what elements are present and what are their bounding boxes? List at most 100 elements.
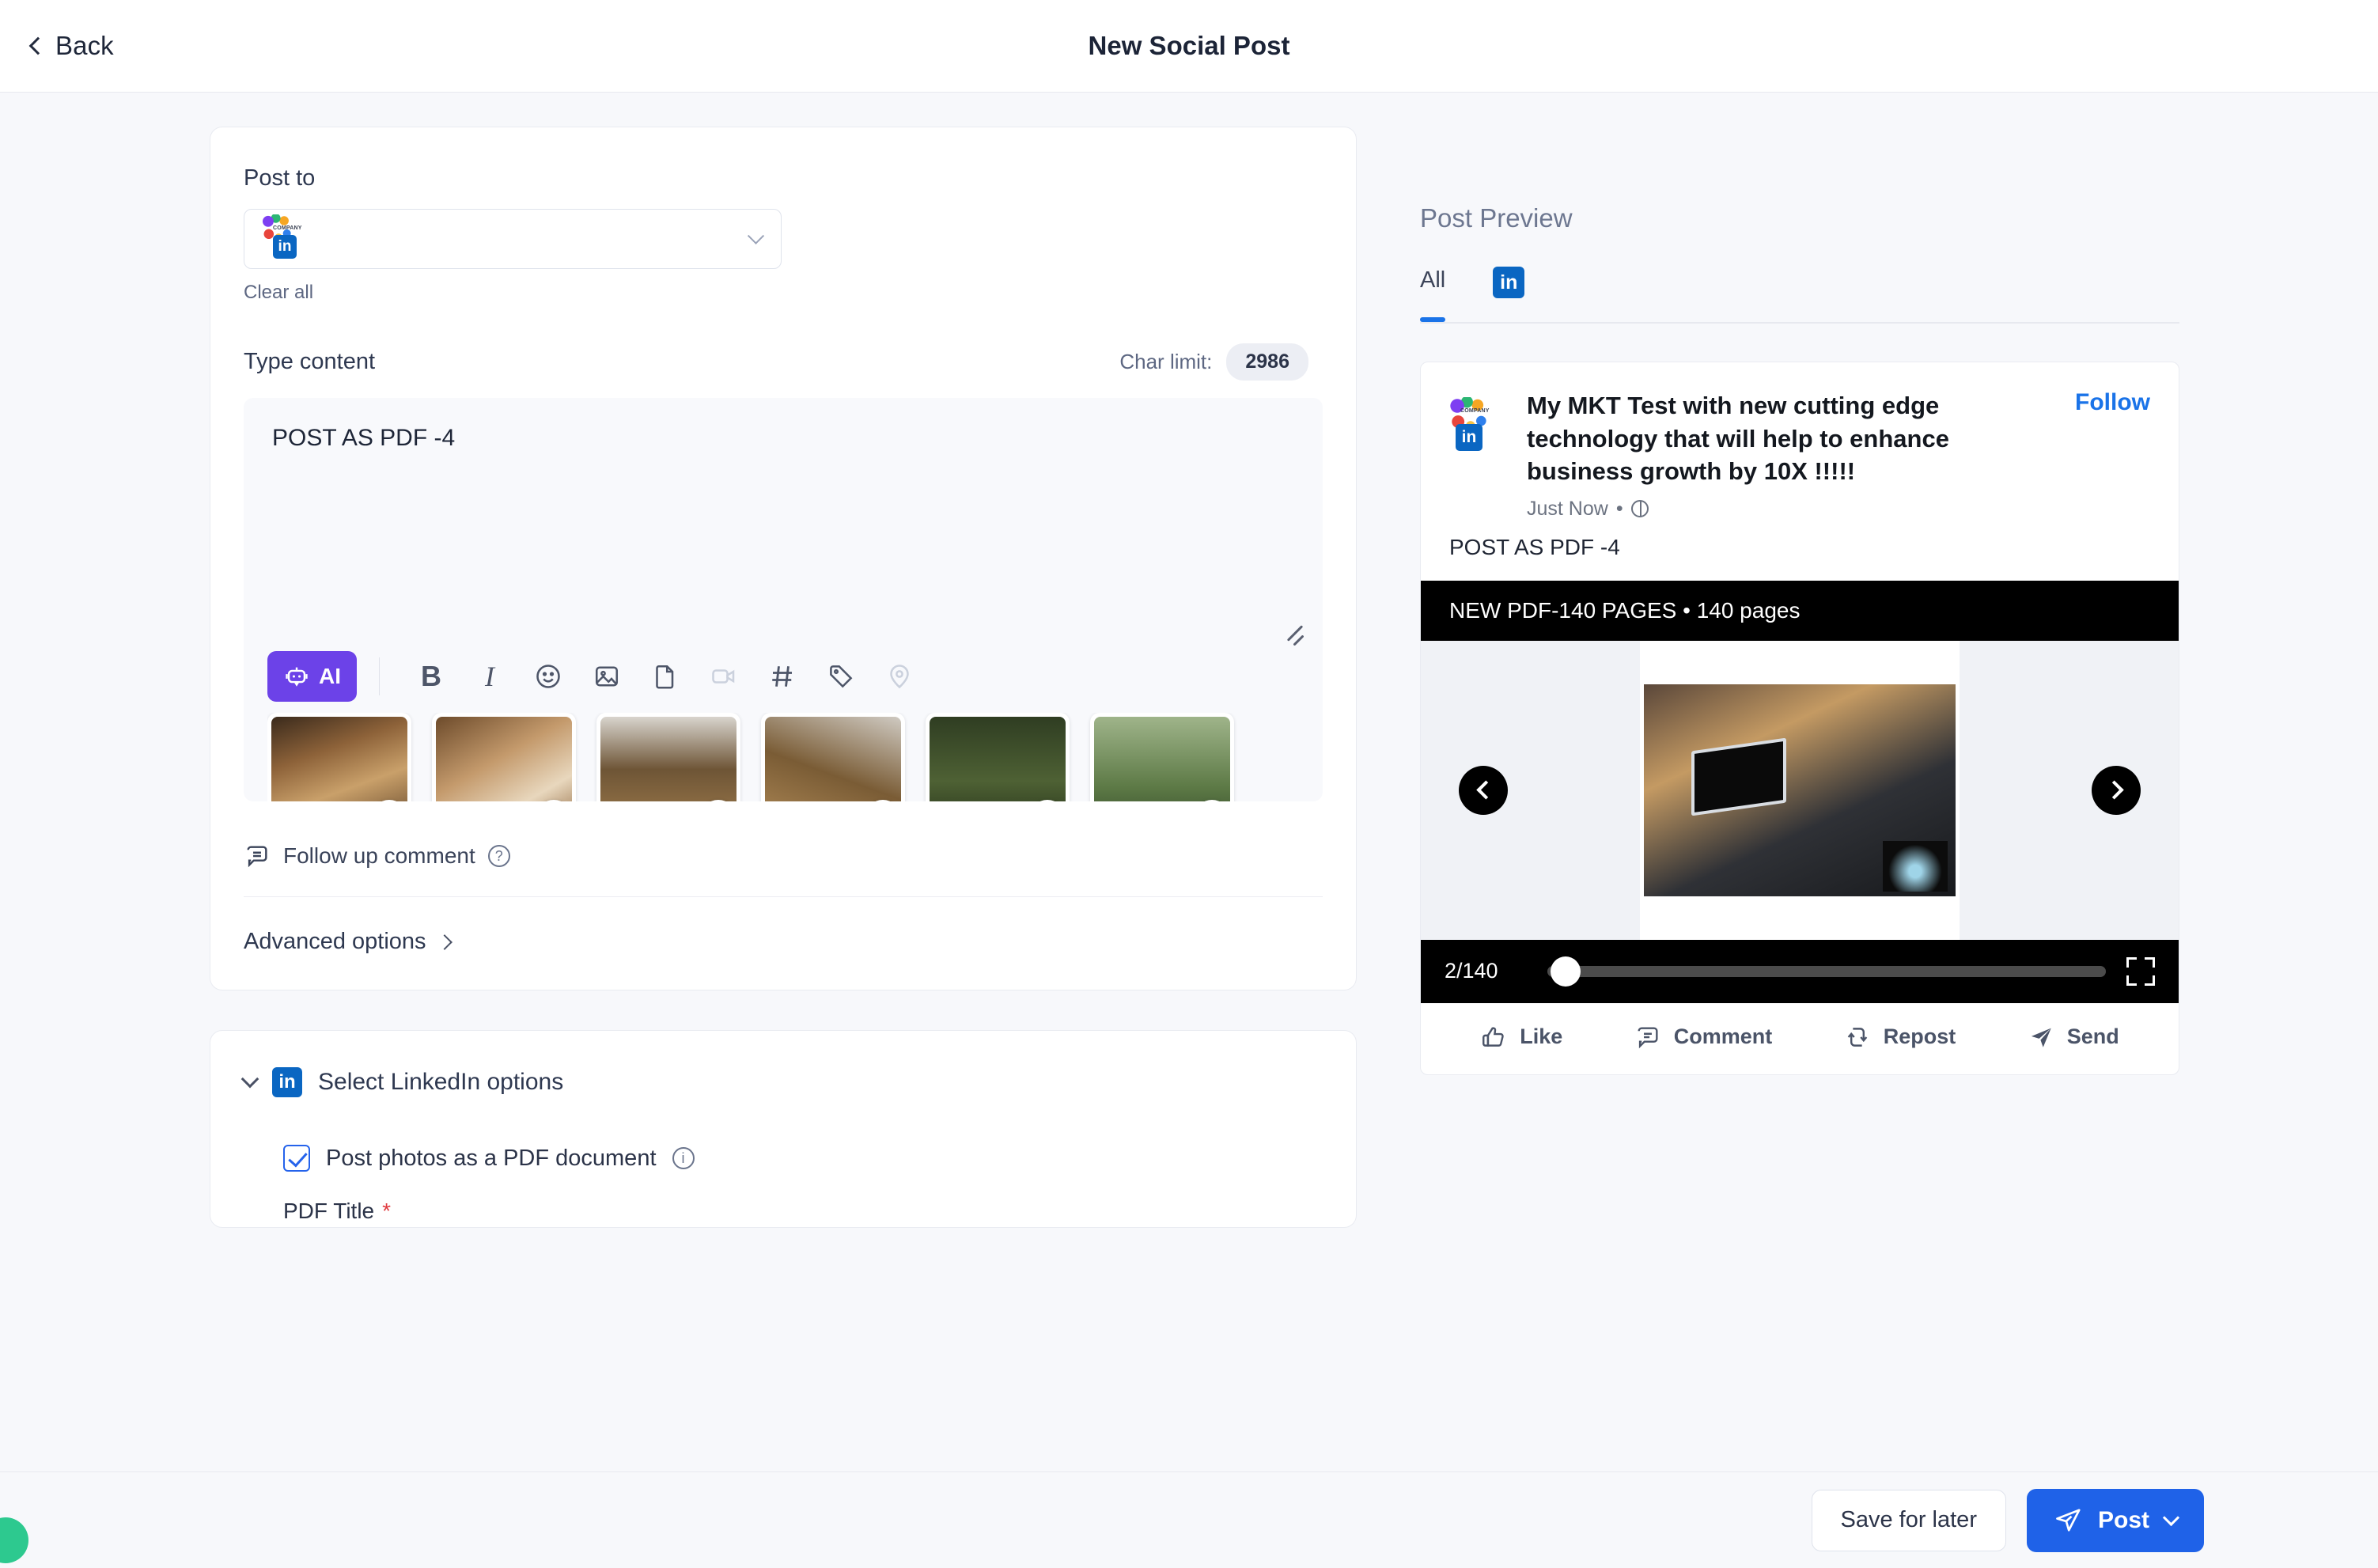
- carousel-slider-knob[interactable]: [1551, 956, 1581, 987]
- document-icon[interactable]: [636, 651, 695, 702]
- save-for-later-button[interactable]: Save for later: [1812, 1490, 2006, 1551]
- preview-column: Post Preview All in in My MKT Test with …: [1420, 203, 2179, 1075]
- clear-all-button[interactable]: Clear all: [244, 282, 1323, 304]
- thumb-laptop-tablet[interactable]: [761, 713, 905, 801]
- char-limit: Char limit: 2986: [1119, 343, 1308, 381]
- pdf-banner: NEW PDF-140 PAGES • 140 pages: [1421, 581, 2179, 641]
- chevron-down-icon: [2163, 1509, 2179, 1526]
- carousel-page-indicator: 2/140: [1445, 959, 1527, 983]
- media-cell: [596, 713, 761, 801]
- send-button[interactable]: Send: [2028, 1024, 2119, 1051]
- image-icon[interactable]: [577, 651, 636, 702]
- linkedin-options-label: Select LinkedIn options: [318, 1069, 563, 1096]
- emoji-icon[interactable]: [519, 651, 577, 702]
- thumb-image: [930, 717, 1066, 801]
- fullscreen-icon[interactable]: [2126, 957, 2155, 986]
- selected-account-chip: in: [262, 218, 305, 260]
- like-label: Like: [1520, 1025, 1562, 1049]
- chevron-left-icon: [1476, 781, 1495, 800]
- linkedin-icon: in: [273, 235, 297, 259]
- post-timestamp: Just Now: [1527, 498, 1608, 521]
- follow-up-comment-button[interactable]: Follow up comment ?: [244, 843, 1323, 869]
- thumb-laptop-notebook[interactable]: [596, 713, 740, 801]
- post-button-label: Post: [2098, 1507, 2149, 1534]
- help-chat-bubble[interactable]: [0, 1517, 28, 1563]
- ai-button[interactable]: AI: [267, 651, 357, 702]
- editor-toolbar: AI B I: [267, 651, 929, 702]
- repost-label: Repost: [1884, 1025, 1956, 1049]
- follow-button[interactable]: Follow: [2075, 389, 2150, 521]
- avatar: in: [1449, 389, 1509, 460]
- post-as-pdf-row: Post photos as a PDF document i: [283, 1145, 1323, 1172]
- post-to-select[interactable]: in: [244, 209, 782, 269]
- pdf-carousel: [1421, 641, 2179, 940]
- carousel-controls: 2/140: [1421, 940, 2179, 1003]
- video-icon[interactable]: [695, 651, 753, 702]
- composer-column: Post to in Clear all Type content Char l…: [210, 127, 1357, 1228]
- media-cell: [761, 713, 926, 801]
- globe-icon: [1631, 500, 1649, 517]
- advanced-options-button[interactable]: Advanced options: [244, 929, 1323, 955]
- post-button[interactable]: Post: [2027, 1489, 2204, 1552]
- post-author-title: My MKT Test with new cutting edge techno…: [1527, 389, 2047, 488]
- media-grid: ✕: [267, 713, 1320, 801]
- tabs-divider: [1420, 322, 2179, 324]
- pdf-title-label: PDF Title: [283, 1199, 374, 1224]
- post-header: in My MKT Test with new cutting edge tec…: [1421, 362, 2179, 521]
- thumb-green-field[interactable]: [1090, 713, 1234, 801]
- bold-icon[interactable]: B: [402, 651, 460, 702]
- advanced-options-label: Advanced options: [244, 929, 426, 955]
- post-to-label: Post to: [244, 165, 1323, 191]
- carousel-slider[interactable]: [1547, 966, 2106, 977]
- carousel-prev-button[interactable]: [1459, 766, 1508, 815]
- media-grid-container[interactable]: ✕: [267, 713, 1320, 801]
- location-icon[interactable]: [870, 651, 929, 702]
- post-photos-as-pdf-label: Post photos as a PDF document: [326, 1146, 657, 1172]
- help-icon[interactable]: ?: [488, 845, 510, 867]
- post-photos-as-pdf-checkbox[interactable]: [283, 1145, 310, 1172]
- content-editor-text[interactable]: POST AS PDF -4: [244, 398, 1323, 479]
- post-preview-card: in My MKT Test with new cutting edge tec…: [1420, 362, 2179, 1075]
- footer-bar: Save for later Post: [0, 1471, 2378, 1568]
- content-header: Type content Char limit: 2986: [244, 343, 1323, 381]
- carousel-image: [1644, 684, 1956, 896]
- chevron-right-icon: [2104, 781, 2123, 800]
- chevron-right-icon: [437, 934, 453, 950]
- type-content-label: Type content: [244, 349, 375, 375]
- hashtag-icon[interactable]: [753, 651, 812, 702]
- comment-label: Comment: [1674, 1025, 1773, 1049]
- media-cell: [926, 713, 1090, 801]
- content-editor[interactable]: POST AS PDF -4 AI: [244, 398, 1323, 801]
- toolbar-icons: B I: [402, 651, 929, 702]
- linkedin-options-header[interactable]: in Select LinkedIn options: [244, 1067, 1323, 1097]
- media-cell: [267, 713, 432, 801]
- char-limit-label: Char limit:: [1119, 350, 1212, 374]
- repost-button[interactable]: Repost: [1844, 1024, 1956, 1051]
- editor-resize-handle[interactable]: [1285, 626, 1305, 646]
- thumb-image: [1094, 717, 1230, 801]
- tag-icon[interactable]: [812, 651, 870, 702]
- post-actions: Like Comment Repost: [1421, 1003, 2179, 1074]
- tab-linkedin[interactable]: in: [1493, 267, 1524, 298]
- preview-title: Post Preview: [1420, 203, 2179, 233]
- info-icon[interactable]: i: [672, 1147, 695, 1169]
- thumb-image: [600, 717, 736, 801]
- carousel-next-button[interactable]: [2092, 766, 2141, 815]
- tab-all[interactable]: All: [1420, 267, 1445, 306]
- comment-button[interactable]: Comment: [1634, 1024, 1773, 1051]
- linkedin-icon: in: [272, 1067, 302, 1097]
- like-button[interactable]: Like: [1480, 1024, 1562, 1051]
- italic-icon[interactable]: I: [460, 651, 519, 702]
- follow-up-comment-label: Follow up comment: [283, 843, 475, 869]
- thumb-desk-laptop-wood[interactable]: [267, 713, 411, 801]
- chevron-down-icon: [241, 1070, 259, 1089]
- media-cell: [432, 713, 596, 801]
- required-marker: *: [382, 1199, 391, 1224]
- linkedin-icon: in: [1456, 424, 1482, 451]
- media-cell: [1090, 713, 1255, 801]
- divider: [244, 896, 1323, 897]
- thumb-forest-dark[interactable]: [926, 713, 1070, 801]
- thumb-hands-coffee-phone[interactable]: [432, 713, 576, 801]
- laptop-screen: [1691, 737, 1786, 816]
- thumb-image: [436, 717, 572, 801]
